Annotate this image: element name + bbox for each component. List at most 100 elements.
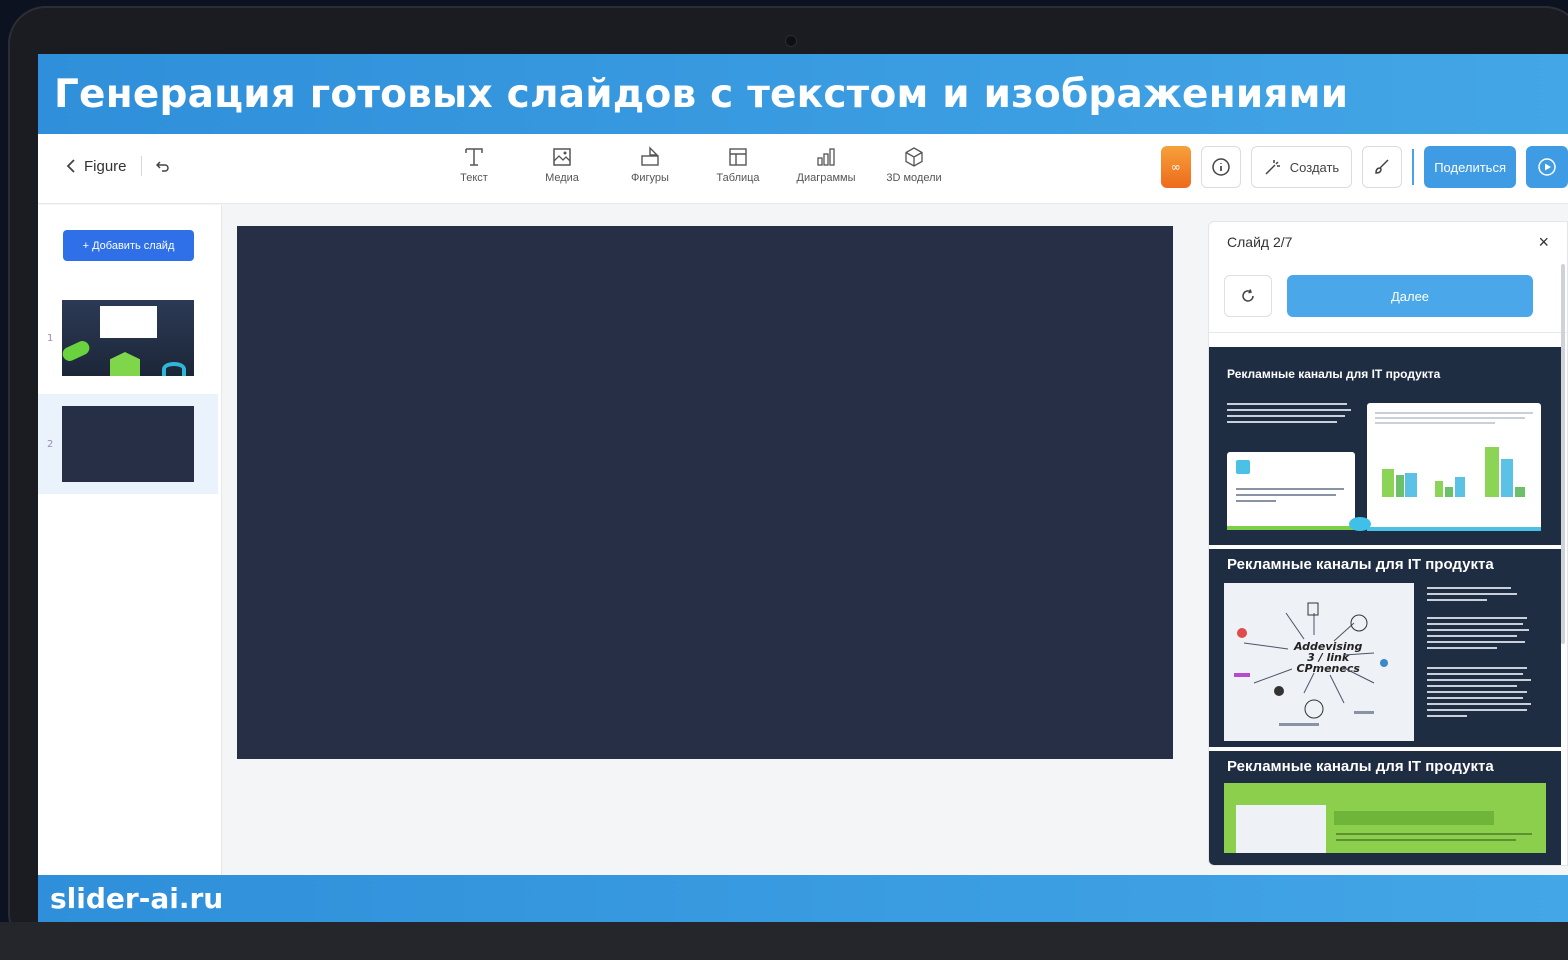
info-icon [1212,158,1230,176]
text-line [1427,697,1523,699]
chart-icon [817,148,835,166]
diagram-image: Addevising 3 / link CPmenecs [1224,583,1414,741]
text-line [1375,412,1533,414]
promo-title: Генерация готовых слайдов с текстом и из… [54,71,1349,117]
chart-card [1367,403,1541,531]
text-line [1427,641,1525,643]
chart-bar [1445,487,1453,497]
text-icon [465,148,483,166]
chart-bar [1515,487,1525,497]
divider [1209,332,1567,333]
magic-wand-icon [1265,160,1280,175]
text-line [1227,415,1345,417]
text-line [1427,673,1523,675]
text-line [1427,587,1511,589]
image-icon [553,148,571,166]
text-line [1427,691,1527,693]
thumbnail-shape [162,362,186,376]
thumbnail-shape [110,352,140,376]
text-line [1427,647,1497,649]
refresh-icon [1242,289,1254,302]
tool-table[interactable]: Таблица [694,146,782,184]
layout-variant[interactable]: Рекламные каналы для IT продукта [1209,751,1561,865]
text-line [1227,409,1351,411]
brush-icon [1375,159,1389,174]
text-line [1427,623,1523,625]
text-line [1375,422,1495,424]
footer-banner: slider-ai.ru [38,875,1568,922]
text-line [1236,500,1276,502]
laptop-base [0,922,1568,960]
back-nav: Figure [66,156,170,176]
tool-3d-models[interactable]: 3D модели [870,146,958,184]
thumbnail-title-box [100,306,157,338]
brush-button[interactable] [1362,146,1403,188]
chart-bar [1382,469,1394,497]
variant-title: Рекламные каналы для IT продукта [1227,758,1494,775]
chart-bar [1435,481,1443,497]
slide-generation-panel: Слайд 2/7 × Далее Рекламные каналы для I… [1208,221,1568,866]
text-line [1427,599,1487,601]
slide-canvas[interactable] [237,226,1173,759]
site-url: slider-ai.ru [50,882,224,915]
create-label: Создать [1289,159,1340,175]
close-icon[interactable]: × [1538,232,1549,253]
text-line [1336,839,1516,841]
card-accent [1367,527,1541,531]
create-button[interactable]: Создать [1250,146,1353,188]
credits-badge[interactable]: ∞ [1160,146,1191,188]
text-line [1427,593,1517,595]
slide-thumb-row[interactable]: 1 [38,288,218,388]
tool-shapes[interactable]: Фигуры [606,146,694,184]
network-diagram [1234,602,1388,726]
presentation-name[interactable]: Figure [84,158,127,175]
text-line [1427,635,1517,637]
screen: Генерация готовых слайдов с текстом и из… [38,54,1568,922]
tool-label: 3D модели [886,172,942,184]
text-line [1336,833,1532,835]
chart-bar [1485,447,1499,497]
next-button[interactable]: Далее [1287,275,1533,317]
slide-thumbnail[interactable] [60,300,194,376]
cube-icon [905,147,923,167]
tool-label: Таблица [716,172,760,184]
diagram-image [1236,805,1326,853]
add-slide-button[interactable]: + Добавить слайд [63,230,194,261]
chart-bar [1501,459,1513,497]
divider [1412,149,1415,185]
tool-charts[interactable]: Диаграммы [782,146,870,184]
tool-label: Текст [460,172,488,184]
chart-bar [1396,475,1404,497]
text-line [1427,685,1517,687]
decor-shape [1349,517,1371,531]
text-line [1236,488,1344,490]
slide-thumb-row[interactable]: 2 [38,394,218,494]
chart-bar [1405,473,1417,497]
card-accent [1227,526,1355,530]
card-icon [1236,460,1250,474]
layout-variant[interactable]: Рекламные каналы для IT продукта Addevis… [1209,549,1561,747]
present-button[interactable] [1526,146,1568,188]
text-line [1427,709,1527,711]
scrollbar[interactable] [1561,264,1565,644]
panel-title: Слайд 2/7 [1227,234,1293,250]
tool-text[interactable]: Текст [430,146,518,184]
camera-icon [785,35,797,47]
toolbar-actions: ∞ Создать Поделиться [1160,146,1568,188]
chevron-left-icon[interactable] [66,159,76,173]
text-line [1427,617,1527,619]
tool-label: Фигуры [631,172,669,184]
share-button[interactable]: Поделиться [1424,146,1516,188]
tool-media[interactable]: Медиа [518,146,606,184]
regenerate-button[interactable] [1224,275,1272,317]
slide-thumbnail[interactable] [62,406,194,482]
tool-label: Диаграммы [796,172,856,184]
variant-title: Рекламные каналы для IT продукта [1227,367,1441,381]
slide-list: + Добавить слайд 1 2 [38,205,222,875]
info-button[interactable] [1200,146,1241,188]
chart-bar [1455,477,1465,497]
layout-variant[interactable]: Рекламные каналы для IT продукта [1209,347,1561,545]
text-line [1427,679,1531,681]
undo-icon[interactable] [155,159,170,173]
text-line [1236,494,1336,496]
